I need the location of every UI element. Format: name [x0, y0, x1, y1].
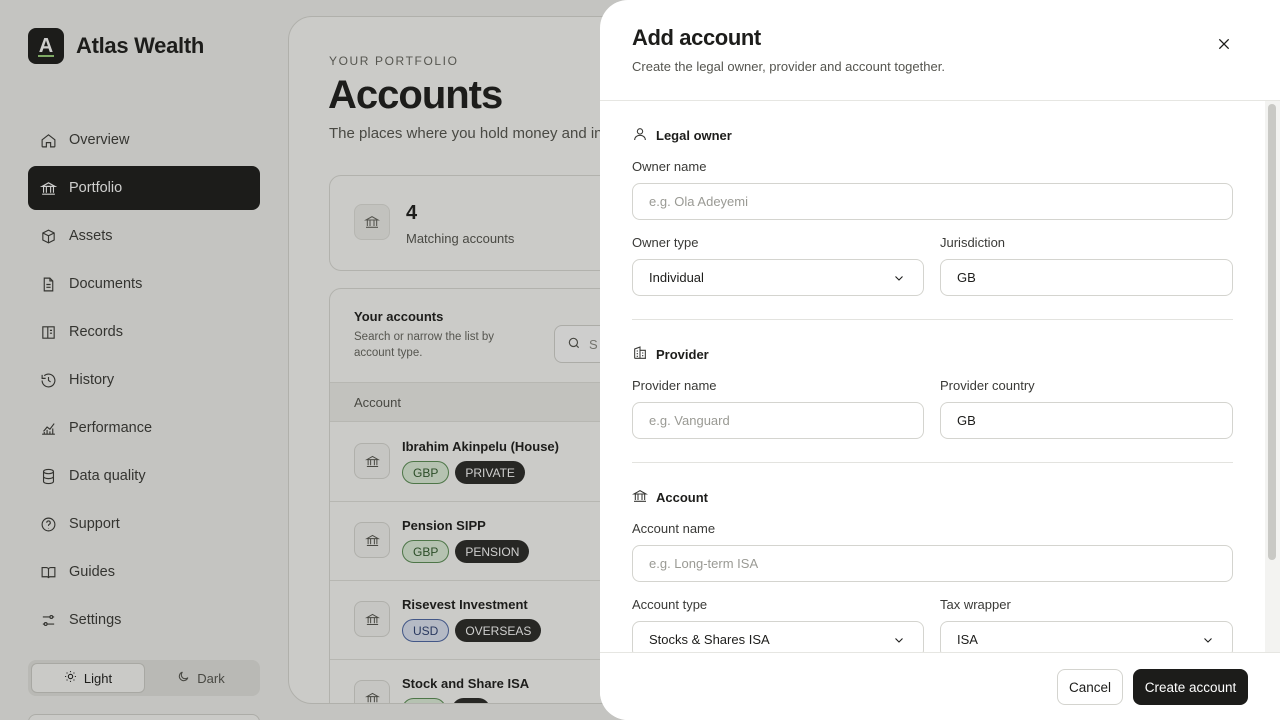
provider-country-label: Provider country	[940, 378, 1035, 393]
provider-name-input[interactable]: e.g. Vanguard	[632, 402, 924, 439]
modal-subtitle: Create the legal owner, provider and acc…	[632, 59, 945, 74]
chevron-down-icon	[895, 638, 903, 643]
section-heading: Account	[656, 490, 708, 505]
section-account: Account	[631, 488, 708, 507]
tax-wrapper-label: Tax wrapper	[940, 597, 1011, 612]
owner-name-label: Owner name	[632, 159, 707, 174]
section-heading: Provider	[656, 347, 709, 362]
section-provider: Provider	[632, 345, 709, 364]
jurisdiction-input[interactable]: GB	[940, 259, 1233, 296]
scrollbar-thumb[interactable]	[1268, 104, 1276, 560]
tax-wrapper-value: ISA	[957, 632, 978, 647]
add-account-modal: Add account Create the legal owner, prov…	[600, 0, 1280, 720]
section-divider	[632, 319, 1233, 320]
provider-country-input[interactable]: GB	[940, 402, 1233, 439]
owner-type-label: Owner type	[632, 235, 699, 250]
close-icon	[1216, 36, 1232, 57]
tax-wrapper-select[interactable]: ISA	[940, 621, 1233, 652]
user-icon	[632, 126, 648, 145]
bank-icon	[631, 488, 649, 507]
chevron-down-icon	[1204, 638, 1212, 643]
section-legal-owner: Legal owner	[632, 126, 732, 145]
close-button[interactable]	[1212, 34, 1236, 58]
account-name-input[interactable]: e.g. Long-term ISA	[632, 545, 1233, 582]
owner-name-placeholder: e.g. Ola Adeyemi	[649, 194, 748, 209]
provider-country-value: GB	[957, 413, 976, 428]
owner-name-input[interactable]: e.g. Ola Adeyemi	[632, 183, 1233, 220]
account-type-value: Stocks & Shares ISA	[649, 632, 770, 647]
jurisdiction-value: GB	[957, 270, 976, 285]
modal-body: Legal owner Owner name e.g. Ola Adeyemi …	[600, 101, 1280, 652]
section-heading: Legal owner	[656, 128, 732, 143]
provider-name-placeholder: e.g. Vanguard	[649, 413, 730, 428]
building-icon	[632, 345, 648, 364]
owner-type-select[interactable]: Individual	[632, 259, 924, 296]
create-account-button[interactable]: Create account	[1133, 669, 1248, 705]
modal-title: Add account	[632, 25, 761, 50]
account-name-label: Account name	[632, 521, 716, 536]
jurisdiction-label: Jurisdiction	[940, 235, 1006, 250]
provider-name-label: Provider name	[632, 378, 717, 393]
section-divider	[632, 462, 1233, 463]
chevron-down-icon	[895, 276, 903, 281]
cancel-button[interactable]: Cancel	[1057, 669, 1123, 705]
owner-type-value: Individual	[649, 270, 704, 285]
account-type-select[interactable]: Stocks & Shares ISA	[632, 621, 924, 652]
account-type-label: Account type	[632, 597, 708, 612]
modal-footer: Cancel Create account	[600, 652, 1280, 720]
account-name-placeholder: e.g. Long-term ISA	[649, 556, 759, 571]
